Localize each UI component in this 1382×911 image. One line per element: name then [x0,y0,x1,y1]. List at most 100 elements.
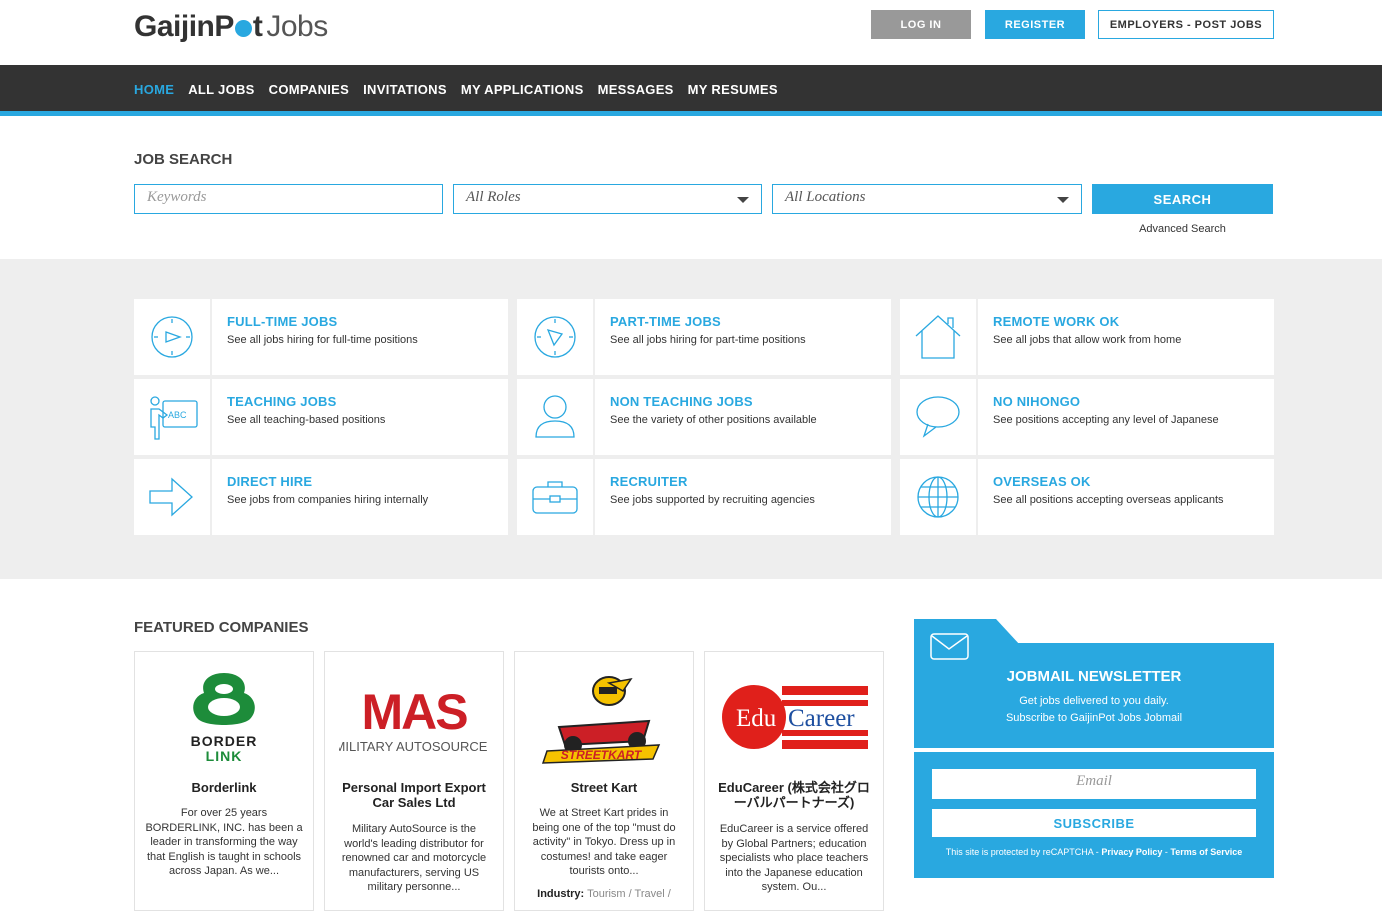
login-button[interactable]: LOG IN [871,10,971,39]
newsletter-email-input[interactable] [936,773,1252,790]
company-desc: Military AutoSource is the world's leadi… [341,823,487,893]
category-card-no-nihongo[interactable]: NO NIHONGO See positions accepting any l… [900,379,1274,455]
category-desc: See all jobs hiring for part-time positi… [610,334,806,346]
category-title: OVERSEAS OK [993,474,1091,489]
company-desc: EduCareer is a service offered by Global… [719,823,869,893]
keywords-input[interactable] [147,189,430,206]
logo-line-2: MILITARY AUTOSOURCE [339,739,488,754]
logo-line-2: Career [788,705,855,732]
locations-select[interactable]: All Locations [772,184,1082,214]
company-desc: For over 25 years BORDERLINK, INC. has b… [145,807,303,877]
chevron-down-icon [1057,197,1069,203]
company-name: Borderlink [191,780,257,795]
nav-companies[interactable]: COMPANIES [269,82,349,97]
nav-home[interactable]: HOME [134,82,174,97]
category-card-overseas[interactable]: OVERSEAS OK See all positions accepting … [900,459,1274,535]
category-card-text[interactable]: FULL-TIME JOBS See all jobs hiring for f… [212,299,508,375]
locations-select-value: All Locations [785,189,866,205]
clock-full-icon[interactable] [134,299,210,375]
newsletter-line-1: Get jobs delivered to you daily. [1019,695,1169,707]
gaijinpot-logo[interactable]: GaijinP t Jobs [134,10,328,44]
company-card-educareer[interactable]: Edu Career EduCareer (株式会社グローバルパートナーズ) E… [704,651,884,911]
envelope-icon [930,632,970,667]
company-name: Street Kart [570,780,638,795]
job-search-title: JOB SEARCH [134,151,233,168]
category-card-text[interactable]: REMOTE WORK OK See all jobs that allow w… [978,299,1274,375]
category-card-text[interactable]: OVERSEAS OK See all positions accepting … [978,459,1274,535]
mas-logo: MAS MILITARY AUTOSOURCE [325,662,503,772]
svg-text:ABC: ABC [168,410,187,420]
category-desc: See all teaching-based positions [227,414,386,426]
category-desc: See all jobs that allow work from home [993,334,1182,346]
company-desc: We at Street Kart prides in being one of… [532,807,676,877]
nav-my-applications[interactable]: MY APPLICATIONS [461,82,584,97]
clock-part-icon[interactable] [517,299,593,375]
category-desc: See all jobs hiring for full-time positi… [227,334,418,346]
chevron-down-icon [737,197,749,203]
privacy-policy-link[interactable]: Privacy Policy [1101,847,1162,857]
arrow-right-icon[interactable] [134,459,210,535]
company-card-borderlink[interactable]: BORDER LINK Borderlink For over 25 years… [134,651,314,911]
industry-label: Industry: [537,888,585,900]
keywords-input-wrapper[interactable] [134,184,443,214]
category-title: RECRUITER [610,474,688,489]
category-card-text[interactable]: DIRECT HIRE See jobs from companies hiri… [212,459,508,535]
category-card-text[interactable]: PART-TIME JOBS See all jobs hiring for p… [595,299,891,375]
company-card-military-autosource[interactable]: MAS MILITARY AUTOSOURCE Personal Import … [324,651,504,911]
category-desc: See the variety of other positions avail… [610,414,817,426]
logo-text: GaijinP [134,10,234,43]
category-desc: See all positions accepting overseas app… [993,494,1224,506]
house-icon[interactable] [900,299,976,375]
category-card-text[interactable]: TEACHING JOBS See all teaching-based pos… [212,379,508,455]
category-title: NO NIHONGO [993,394,1081,409]
globe-icon[interactable] [900,459,976,535]
logo-line-1: STREETKART [561,748,643,762]
employers-post-jobs-button[interactable]: EMPLOYERS - POST JOBS [1098,10,1274,39]
logo-line-1: BORDER [191,733,258,749]
search-button[interactable]: SEARCH [1092,184,1273,214]
category-card-remote[interactable]: REMOTE WORK OK See all jobs that allow w… [900,299,1274,375]
logo-line-1: Edu [736,705,777,732]
category-title: PART-TIME JOBS [610,314,721,329]
newsletter-line-2: Subscribe to GaijinPot Jobs Jobmail [1005,712,1183,724]
category-card-part-time[interactable]: PART-TIME JOBS See all jobs hiring for p… [517,299,891,375]
borderlink-logo: BORDER LINK [135,662,313,772]
category-card-non-teaching[interactable]: NON TEACHING JOBS See the variety of oth… [517,379,891,455]
category-title: DIRECT HIRE [227,474,313,489]
nav-messages[interactable]: MESSAGES [598,82,674,97]
teacher-board-icon[interactable]: ABC [134,379,210,455]
person-icon[interactable] [517,379,593,455]
nav-invitations[interactable]: INVITATIONS [363,82,447,97]
roles-select-value: All Roles [466,189,521,205]
category-card-direct-hire[interactable]: DIRECT HIRE See jobs from companies hiri… [134,459,508,535]
company-industry: Industry: Tourism / Travel / [525,888,683,900]
terms-of-service-link[interactable]: Terms of Service [1170,847,1242,857]
category-card-text[interactable]: RECRUITER See jobs supported by recruiti… [595,459,891,535]
advanced-search-link[interactable]: Advanced Search [1092,223,1273,235]
logo-dot-icon [234,20,252,37]
nav-all-jobs[interactable]: ALL JOBS [188,82,254,97]
category-card-text[interactable]: NON TEACHING JOBS See the variety of oth… [595,379,891,455]
company-name: EduCareer (株式会社グローバルパートナーズ) [718,780,870,810]
category-card-text[interactable]: NO NIHONGO See positions accepting any l… [978,379,1274,455]
category-card-teaching[interactable]: ABC TEACHING JOBS See all teaching-based… [134,379,508,455]
category-title: REMOTE WORK OK [993,314,1120,329]
main-nav: HOME ALL JOBS COMPANIES INVITATIONS MY A… [0,65,1382,116]
category-card-full-time[interactable]: FULL-TIME JOBS See all jobs hiring for f… [134,299,508,375]
category-desc: See jobs supported by recruiting agencie… [610,494,815,506]
speech-bubble-icon[interactable] [900,379,976,455]
site-header: GaijinP t Jobs LOG IN REGISTER EMPLOYERS -… [0,0,1382,65]
featured-companies-title: FEATURED COMPANIES [134,619,309,636]
logo-line-2: LINK [206,748,243,764]
category-title: TEACHING JOBS [227,394,337,409]
register-button[interactable]: REGISTER [985,10,1085,39]
newsletter-subtitle: Get jobs delivered to you daily. Subscri… [914,693,1274,727]
recaptcha-notice: This site is protected by reCAPTCHA - Pr… [914,847,1274,857]
briefcase-icon[interactable] [517,459,593,535]
category-card-recruiter[interactable]: RECRUITER See jobs supported by recruiti… [517,459,891,535]
roles-select[interactable]: All Roles [453,184,762,214]
company-card-street-kart[interactable]: STREETKART Street Kart We at Street Kart… [514,651,694,911]
subscribe-button[interactable]: SUBSCRIBE [932,809,1256,837]
nav-my-resumes[interactable]: MY RESUMES [688,82,778,97]
newsletter-email-wrapper[interactable] [932,769,1256,799]
